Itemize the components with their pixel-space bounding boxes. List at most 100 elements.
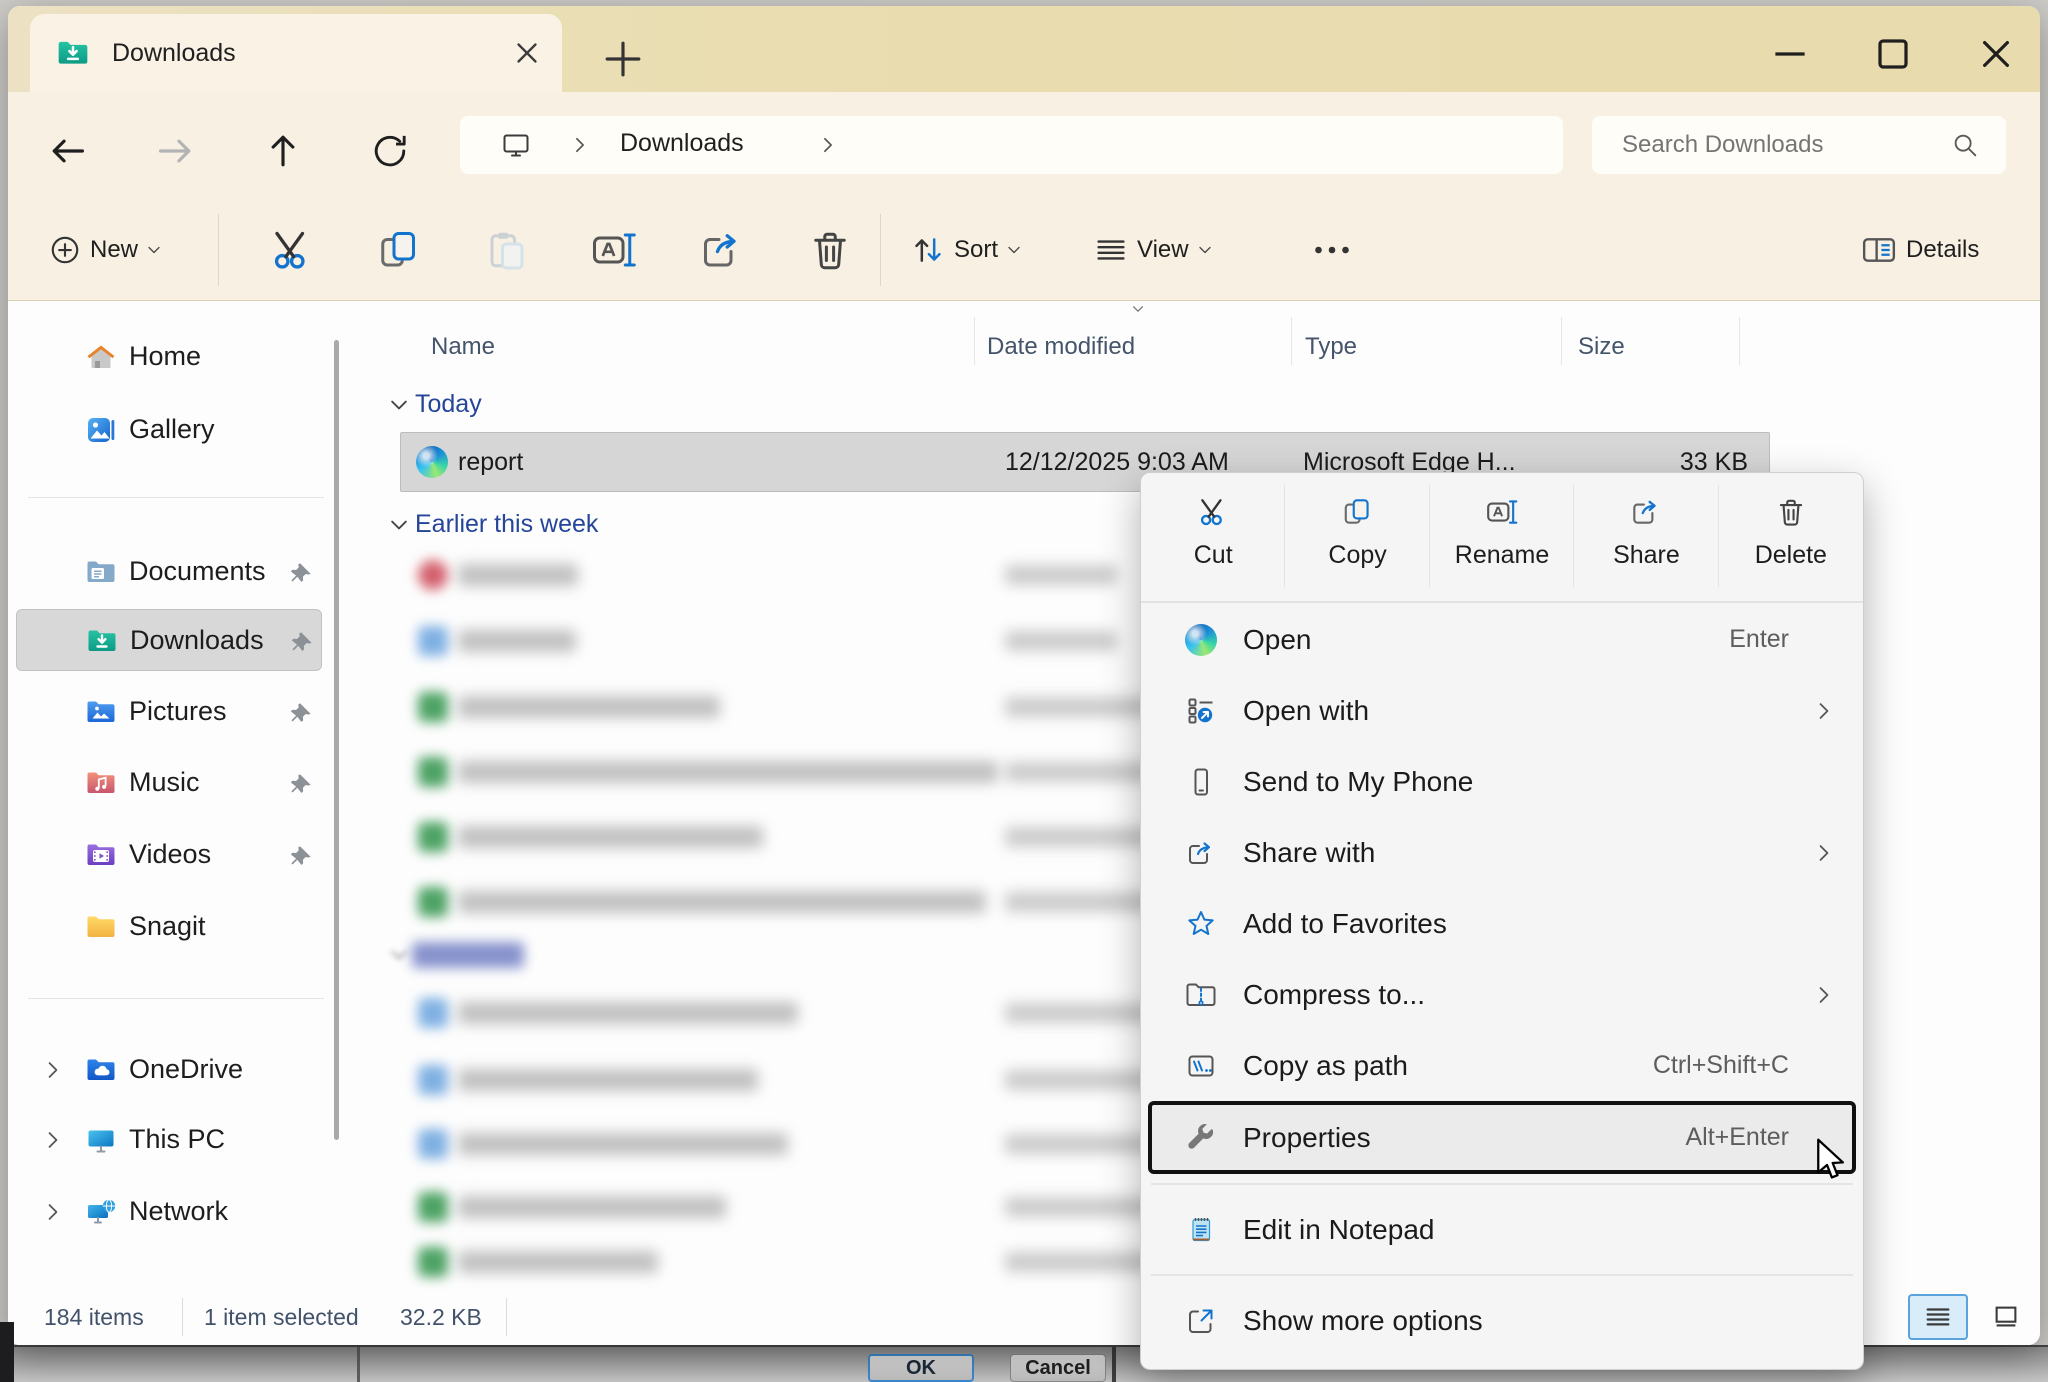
tab-downloads[interactable]: Downloads	[30, 14, 562, 92]
menu-item-copy-as-path[interactable]: Copy as pathCtrl+Shift+C	[1141, 1030, 1863, 1101]
group-header-blurred[interactable]	[412, 942, 524, 968]
copy-button[interactable]	[366, 222, 434, 278]
address-bar[interactable]: Downloads	[460, 116, 1563, 174]
more-options-button[interactable]	[1298, 222, 1366, 278]
quick-action-cut[interactable]: Cut	[1141, 473, 1285, 601]
this-pc-icon[interactable]	[500, 129, 532, 161]
file-row-blurred[interactable]	[458, 1251, 658, 1273]
share-button[interactable]	[688, 222, 756, 278]
file-row-blurred[interactable]	[458, 1196, 726, 1218]
forward-button[interactable]	[154, 130, 196, 172]
menu-item-add-to-favorites[interactable]: Add to Favorites	[1141, 888, 1863, 959]
sidebar-item-videos[interactable]: Videos	[16, 824, 322, 886]
cut-button[interactable]	[258, 222, 326, 278]
quick-action-share[interactable]: Share	[1574, 473, 1718, 601]
menu-item-edit-in-notepad[interactable]: Edit in Notepad	[1141, 1194, 1863, 1265]
search-input[interactable]	[1620, 116, 1930, 174]
details-view-toggle[interactable]	[1908, 1294, 1968, 1340]
breadcrumb[interactable]: Downloads	[620, 129, 744, 158]
refresh-button[interactable]	[369, 130, 411, 172]
quick-action-delete[interactable]: Delete	[1719, 473, 1863, 601]
file-name: report	[458, 448, 523, 477]
new-tab-button[interactable]	[600, 36, 646, 82]
selection-size: 32.2 KB	[400, 1304, 482, 1331]
close-button[interactable]	[1970, 28, 2022, 80]
ok-button[interactable]: OK	[868, 1354, 974, 1382]
menu-item-show-more-options[interactable]: Show more options	[1141, 1285, 1863, 1356]
sidebar-item-label: Snagit	[129, 911, 206, 942]
thumbnail-view-toggle[interactable]	[1976, 1294, 2036, 1340]
minimize-button[interactable]	[1764, 28, 1816, 80]
sidebar-item-gallery[interactable]: Gallery	[16, 399, 322, 461]
rename-button[interactable]	[580, 222, 648, 278]
menu-item-send-to-my-phone[interactable]: Send to My Phone	[1141, 746, 1863, 817]
search-box[interactable]	[1592, 116, 2006, 174]
back-button[interactable]	[47, 130, 89, 172]
sidebar-item-home[interactable]: Home	[16, 326, 322, 388]
sidebar-item-onedrive[interactable]: OneDrive	[16, 1039, 322, 1101]
column-divider[interactable]	[1739, 317, 1740, 365]
file-icon-blurred	[418, 626, 448, 656]
new-button[interactable]: New	[38, 222, 172, 278]
view-button[interactable]: View	[1083, 222, 1223, 278]
column-header-size[interactable]: Size	[1578, 333, 1625, 361]
sidebar-item-music[interactable]: Music	[16, 752, 322, 814]
group-collapse-icon[interactable]	[388, 944, 410, 966]
group-header[interactable]: Earlier this week	[415, 510, 598, 539]
sort-button[interactable]: Sort	[900, 222, 1032, 278]
delete-button[interactable]	[796, 222, 864, 278]
column-header-type[interactable]: Type	[1305, 333, 1357, 361]
expand-chevron-icon[interactable]	[42, 1129, 64, 1151]
file-row-blurred[interactable]	[458, 630, 576, 652]
file-row-blurred[interactable]	[458, 564, 578, 586]
details-pane-button[interactable]: Details	[1850, 222, 1997, 278]
sidebar-item-downloads[interactable]: Downloads	[16, 609, 322, 671]
menu-item-open[interactable]: OpenEnter	[1141, 604, 1863, 675]
sidebar-item-network[interactable]: Network	[16, 1181, 322, 1243]
column-divider[interactable]	[974, 317, 975, 365]
column-divider[interactable]	[1291, 317, 1292, 365]
breadcrumb-chevron-icon[interactable]	[570, 135, 590, 155]
selection-count: 1 item selected	[204, 1304, 359, 1331]
cancel-button[interactable]: Cancel	[1010, 1354, 1106, 1382]
up-button[interactable]	[262, 130, 304, 172]
menu-item-properties[interactable]: PropertiesAlt+Enter	[1148, 1101, 1856, 1174]
menu-item-open-with[interactable]: Open with	[1141, 675, 1863, 746]
sidebar-item-snagit[interactable]: Snagit	[16, 896, 322, 958]
file-row-blurred[interactable]	[458, 1133, 788, 1155]
group-collapse-icon[interactable]	[388, 514, 410, 536]
quick-action-copy[interactable]: Copy	[1285, 473, 1429, 601]
group-header[interactable]: Today	[415, 390, 482, 419]
expand-chevron-icon[interactable]	[42, 1059, 64, 1081]
file-icon-blurred	[418, 1247, 448, 1277]
paste-button[interactable]	[473, 222, 541, 278]
expand-chevron-icon[interactable]	[42, 1201, 64, 1223]
tab-close-button[interactable]	[510, 36, 544, 70]
sidebar-item-this-pc[interactable]: This PC	[16, 1109, 322, 1171]
copy-as-path-icon	[1185, 1050, 1217, 1082]
file-row-blurred[interactable]	[458, 891, 986, 913]
file-row-blurred[interactable]	[458, 696, 720, 718]
menu-item-compress-to[interactable]: Compress to...	[1141, 959, 1863, 1030]
column-divider[interactable]	[1561, 317, 1562, 365]
quick-action-rename[interactable]: Rename	[1430, 473, 1574, 601]
file-date-blurred	[1005, 827, 1155, 847]
search-icon[interactable]	[1950, 130, 1980, 160]
maximize-button[interactable]	[1867, 28, 1919, 80]
sidebar-scrollbar[interactable]	[334, 340, 339, 1140]
file-row-blurred[interactable]	[458, 1002, 798, 1024]
file-row-blurred[interactable]	[458, 761, 998, 783]
breadcrumb-chevron-icon[interactable]	[818, 135, 838, 155]
menu-item-label: Share with	[1243, 837, 1375, 869]
column-header-date-modified[interactable]: Date modified	[987, 333, 1135, 361]
menu-item-share-with[interactable]: Share with	[1141, 817, 1863, 888]
file-row-blurred[interactable]	[458, 1069, 758, 1091]
sidebar-item-pictures[interactable]: Pictures	[16, 681, 322, 743]
menu-item-label: Edit in Notepad	[1243, 1214, 1434, 1246]
column-header-name[interactable]: Name	[431, 333, 495, 361]
group-collapse-icon[interactable]	[388, 394, 410, 416]
file-row-blurred[interactable]	[458, 826, 763, 848]
sidebar-item-documents[interactable]: Documents	[16, 541, 322, 603]
file-icon-blurred	[418, 887, 448, 917]
file-date-blurred	[1005, 1252, 1155, 1272]
